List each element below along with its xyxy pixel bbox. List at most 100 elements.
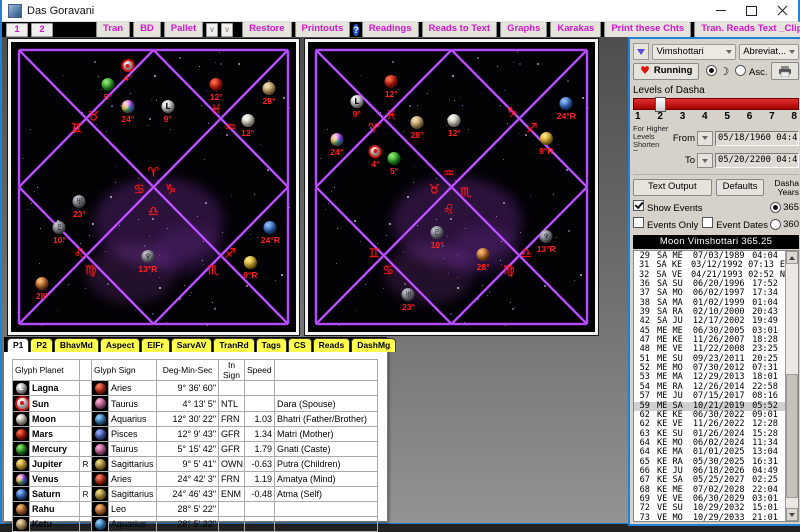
- planet-row-mercury[interactable]: MercuryTaurus5° 15' 42"GFR1.79Gnati (Cas…: [13, 442, 378, 457]
- toolbar-button-2[interactable]: 2: [31, 23, 53, 37]
- tab-tags[interactable]: Tags: [256, 338, 287, 352]
- planet-mercury[interactable]: 5°: [388, 152, 401, 176]
- planet-moon[interactable]: 12°: [241, 114, 254, 138]
- planet-sun[interactable]: 4°: [369, 145, 382, 169]
- planet-saturn[interactable]: 24°R: [261, 221, 280, 245]
- running-button[interactable]: ♥ Running: [633, 63, 699, 80]
- planet-pluto[interactable]: ♇10°: [431, 226, 444, 250]
- planet-lagna[interactable]: L9°: [350, 95, 363, 119]
- radio-365[interactable]: 365: [770, 202, 799, 213]
- from-date-field[interactable]: 05/18/1960 04:43: [715, 131, 799, 146]
- toolbar-button-v[interactable]: v: [221, 23, 233, 37]
- close-button[interactable]: [766, 0, 798, 21]
- scroll-thumb[interactable]: [786, 374, 798, 498]
- toolbar-button-graphs[interactable]: Graphs: [500, 21, 547, 38]
- toolbar-button-tran[interactable]: Tran: [96, 21, 130, 38]
- radio-selected-icon: [706, 65, 717, 76]
- toolbar-button-reads-to-text[interactable]: Reads to Text: [422, 21, 498, 38]
- show-events-checkbox[interactable]: Show Events: [633, 200, 702, 214]
- panel-menu-button[interactable]: [633, 43, 649, 60]
- tab-p1[interactable]: P1: [7, 338, 29, 352]
- toolbar-button-bd[interactable]: BD: [133, 21, 161, 38]
- planet-neptune[interactable]: ♆13°R: [138, 250, 157, 274]
- planet-lagna[interactable]: L9°: [161, 100, 174, 124]
- planet-row-saturn[interactable]: SaturnRSagittarius24° 46' 43"ENM-0.48Atm…: [13, 487, 378, 502]
- planet-row-sun[interactable]: SunTaurus4° 13' 5"NTLDara (Spouse): [13, 396, 378, 412]
- toolbar-button-restore[interactable]: Restore: [242, 21, 291, 38]
- planet-row-lagna[interactable]: LLagnaAries9° 36' 60": [13, 381, 378, 396]
- from-drop-button[interactable]: [697, 131, 713, 146]
- toolbar-button-tran-reads-text-clip[interactable]: Tran. Reads Text _Clip: [694, 21, 800, 38]
- planet-uranus[interactable]: ♅23°: [402, 288, 415, 312]
- planet-moon[interactable]: 12°: [448, 114, 461, 138]
- asc-radio[interactable]: Asc.: [735, 65, 767, 78]
- tab-tranrd[interactable]: TranRd: [213, 338, 254, 352]
- planet-venus[interactable]: 24°: [121, 100, 134, 124]
- degree-label: 28°: [262, 96, 275, 106]
- dasha-level-slider[interactable]: [633, 98, 799, 110]
- toolbar-button-karakas[interactable]: Karakas: [550, 21, 601, 38]
- event-dates-checkbox[interactable]: Event Dates: [702, 217, 768, 231]
- planet-jupiter[interactable]: 9°R: [539, 132, 553, 156]
- tab-aspect[interactable]: Aspect: [100, 338, 140, 352]
- dasha-system-select[interactable]: Vimshottari: [652, 44, 736, 60]
- planet-rahu[interactable]: 28°: [36, 277, 49, 301]
- toolbar-button-1[interactable]: 1: [6, 23, 28, 37]
- planet-saturn[interactable]: 24°R: [557, 97, 576, 121]
- karaka: [275, 517, 378, 532]
- tab-elfr[interactable]: ElFr: [141, 338, 170, 352]
- planet-mars[interactable]: 12°: [385, 75, 398, 99]
- toolbar-button-v[interactable]: v: [206, 23, 218, 37]
- toolbar-button-print-these-chts[interactable]: Print these Chts: [604, 21, 691, 38]
- toolbar-button-printouts[interactable]: Printouts: [295, 21, 351, 38]
- planet-jupiter[interactable]: 9°R: [243, 256, 257, 280]
- slider-scale-1: 1: [635, 111, 641, 122]
- planet-row-venus[interactable]: VenusAries24° 42' 3"FRN1.19Amatya (Mind): [13, 472, 378, 487]
- toolbar-button-readings[interactable]: Readings: [362, 21, 419, 38]
- planet-row-rahu[interactable]: RahuLeo28° 5' 22": [13, 502, 378, 517]
- tab-p2[interactable]: P2: [30, 338, 52, 352]
- planet-sun[interactable]: 4°: [121, 59, 134, 83]
- slider-handle[interactable]: [655, 97, 666, 112]
- scroll-up-button[interactable]: [786, 251, 798, 264]
- maximize-button[interactable]: [736, 0, 766, 21]
- events-only-checkbox[interactable]: Events Only: [633, 217, 698, 231]
- text-output-button[interactable]: Text Output: [633, 179, 712, 196]
- planet-mars[interactable]: 12°: [210, 78, 223, 102]
- to-drop-button[interactable]: [697, 153, 713, 168]
- moon-glyph: ☽: [719, 65, 729, 78]
- defaults-button[interactable]: Defaults: [716, 179, 765, 196]
- planet-row-moon[interactable]: MoonAquarius12° 30' 22"FRN1.03Bhatri (Fa…: [13, 412, 378, 427]
- toolbar-button-pallet[interactable]: Pallet: [164, 21, 203, 38]
- planet-row-ketu[interactable]: KetuAquarius28° 5' 22": [13, 517, 378, 532]
- planet-rahu[interactable]: 28°: [477, 248, 490, 272]
- planet-pluto[interactable]: ♇10°: [53, 221, 66, 245]
- col-in-sign: InSign: [219, 360, 245, 381]
- to-date-field[interactable]: 05/20/2200 04:43: [715, 153, 799, 168]
- dasha-list-scrollbar[interactable]: [785, 251, 798, 521]
- radio-360[interactable]: 360: [770, 219, 799, 230]
- planet-row-mars[interactable]: MarsPisces12° 9' 43"GFR1.34Matri (Mother…: [13, 427, 378, 442]
- abbreviation-select[interactable]: Abreviat...: [739, 44, 799, 60]
- scroll-track[interactable]: [786, 264, 798, 508]
- planet-uranus[interactable]: ♅23°: [73, 195, 86, 219]
- tab-bhavmd[interactable]: BhavMd: [54, 338, 99, 352]
- deg-min-sec: 9° 36' 60": [157, 381, 219, 396]
- planet-venus[interactable]: 24°: [330, 133, 343, 157]
- dasha-row[interactable]: 73VE MO10/29/203321:01: [634, 514, 785, 521]
- tab-sarvav[interactable]: SarvAV: [171, 338, 213, 352]
- moon-radio[interactable]: ☽: [706, 65, 735, 78]
- planet-mercury[interactable]: 5°: [101, 78, 114, 102]
- planet-ketu[interactable]: 28°: [262, 82, 275, 106]
- planet-neptune[interactable]: ♆13°R: [537, 230, 556, 254]
- print-button[interactable]: [771, 62, 799, 80]
- planet-row-jupiter[interactable]: JupiterRSagittarius9° 5' 41"OWN-0.63Putr…: [13, 457, 378, 472]
- tab-reads[interactable]: Reads: [313, 338, 351, 352]
- scroll-down-button[interactable]: [786, 508, 798, 521]
- minimize-button[interactable]: [706, 0, 736, 21]
- help-icon[interactable]: ?: [353, 24, 359, 36]
- in-sign: ENM: [219, 487, 245, 502]
- planet-ketu[interactable]: 28°: [411, 116, 424, 140]
- tab-dashmg[interactable]: DashMg: [351, 338, 396, 352]
- tab-cs[interactable]: CS: [288, 338, 312, 352]
